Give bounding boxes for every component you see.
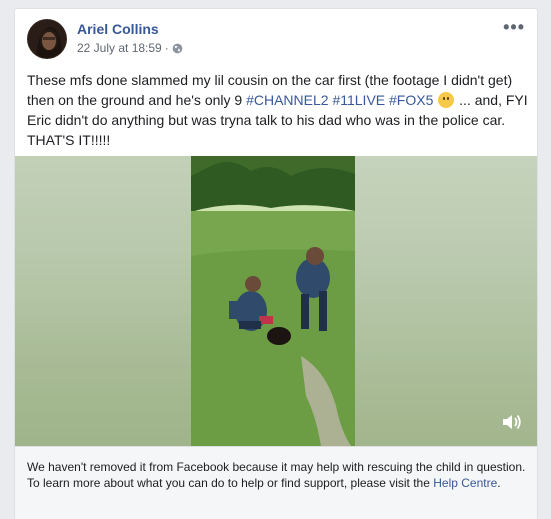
video-frame[interactable] [191, 156, 355, 446]
help-centre-link[interactable]: Help Centre [433, 476, 497, 490]
video-blur-left [15, 156, 191, 446]
facebook-post: Ariel Collins 22 July at 18:59 · ••• The… [14, 8, 538, 519]
post-header: Ariel Collins 22 July at 18:59 · ••• [27, 17, 525, 61]
hashtag-fox5[interactable]: #FOX5 [389, 92, 433, 108]
meta-separator: · [164, 41, 169, 55]
post-video[interactable] [15, 156, 537, 446]
notice-end: . [497, 476, 501, 490]
post-text: These mfs done slammed my lil cousin on … [27, 70, 529, 150]
thinking-emoji-icon [438, 92, 455, 108]
post-timestamp[interactable]: 22 July at 18:59 [77, 41, 162, 55]
content-notice: We haven't removed it from Facebook beca… [15, 446, 537, 519]
hashtag-11live[interactable]: #11LIVE [332, 92, 385, 108]
globe-icon[interactable] [172, 43, 183, 54]
post-meta: 22 July at 18:59 · [77, 41, 183, 55]
avatar[interactable] [27, 19, 67, 59]
video-scene [191, 156, 355, 446]
hashtag-channel2[interactable]: #CHANNEL2 [246, 92, 328, 108]
speaker-icon[interactable] [501, 412, 523, 432]
more-options-icon[interactable]: ••• [503, 17, 525, 38]
video-blur-right [355, 156, 537, 446]
author-name[interactable]: Ariel Collins [77, 21, 159, 37]
